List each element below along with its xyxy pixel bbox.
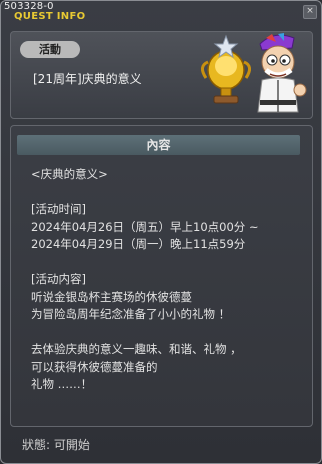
quest-info-window: 503328-0 QUEST INFO × 活動 [21周年]庆典的意义 內容 … xyxy=(0,0,322,464)
quest-summary-panel: 活動 [21周年]庆典的意义 xyxy=(10,31,313,119)
window-title: QUEST INFO xyxy=(14,11,86,22)
quest-category-badge: 活動 xyxy=(20,41,80,58)
content-line: 2024年04月29日（周一）晚上11点59分 xyxy=(31,237,246,251)
content-header: 內容 xyxy=(17,135,300,155)
content-line: 听说金银岛杯主赛场的休彼德蔓 xyxy=(31,289,192,304)
content-line: 为冒险岛周年纪念准备了小小的礼物 ！ xyxy=(31,307,231,321)
content-line: 礼物 ……！ xyxy=(31,377,93,391)
quest-name: [21周年]庆典的意义 xyxy=(33,72,142,86)
content-line: [活动时间] xyxy=(31,202,86,216)
content-line xyxy=(31,254,301,272)
content-line xyxy=(31,324,301,342)
content-line: [活动内容] xyxy=(31,272,86,286)
content-line xyxy=(31,184,301,202)
close-button[interactable]: × xyxy=(303,5,317,19)
content-line: 2024年04月26日（周五）早上10点00分 ~ xyxy=(31,219,259,234)
npc-trophy-icon xyxy=(201,33,307,113)
quest-content-panel: 內容 <庆典的意义> [活动时间] 2024年04月26日（周五）早上10点00… xyxy=(10,125,313,427)
content-line: 可以获得休彼德蔓准备的 xyxy=(31,359,158,374)
quest-status: 狀態: 可開始 xyxy=(22,438,90,452)
content-line: <庆典的意义> xyxy=(31,167,108,181)
content-body: <庆典的意义> [活动时间] 2024年04月26日（周五）早上10点00分 ~… xyxy=(31,166,301,394)
content-line: 去体验庆典的意义一趣味、和谐、礼物 ， xyxy=(31,342,242,356)
